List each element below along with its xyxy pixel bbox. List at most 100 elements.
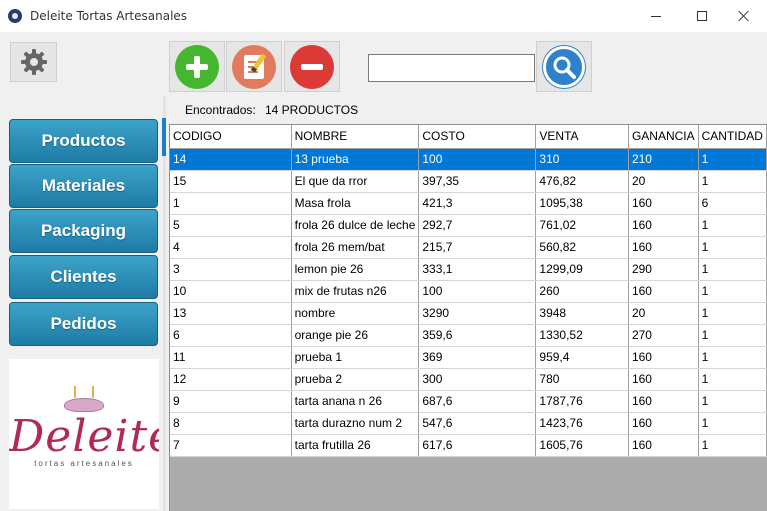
table-cell: 100 (418, 148, 537, 171)
minimize-icon (651, 15, 661, 17)
table-cell: 1095,38 (535, 192, 629, 215)
logo-subtitle: tortas artesanales (34, 459, 134, 468)
table-cell: prueba 2 (291, 368, 420, 391)
table-row[interactable]: 3 lemon pie 26 333,1 1299,09 290 1 (170, 258, 767, 281)
table-cell: 1605,76 (535, 434, 629, 457)
minus-circle-icon (290, 44, 334, 89)
table-row[interactable]: 8 tarta durazno num 2 547,6 1423,76 160 1 (170, 412, 767, 435)
table-cell: 160 (628, 236, 699, 259)
sidebar-item-materiales[interactable]: Materiales (9, 164, 158, 208)
table-cell: 11 (170, 346, 292, 369)
close-button[interactable] (721, 0, 767, 32)
table-cell: 13 prueba (291, 148, 420, 171)
table-cell: 617,6 (418, 434, 537, 457)
settings-button[interactable] (10, 42, 57, 82)
table-row[interactable]: 7 tarta frutilla 26 617,6 1605,76 160 1 (170, 434, 767, 457)
table-cell: 15 (170, 170, 292, 193)
table-cell: prueba 1 (291, 346, 420, 369)
search-button[interactable] (536, 41, 592, 92)
table-cell: 160 (628, 280, 699, 303)
table-cell: lemon pie 26 (291, 258, 420, 281)
app-icon (8, 9, 22, 23)
table-cell: 4 (170, 236, 292, 259)
table-cell: tarta frutilla 26 (291, 434, 420, 457)
table-header-row: CODIGO NOMBRE COSTO VENTA GANANCIA CANTI… (170, 125, 767, 149)
table-row[interactable]: 15 El que da rror 397,35 476,82 20 1 (170, 170, 767, 193)
table-cell: 3 (170, 258, 292, 281)
table-cell: 1 (698, 214, 767, 237)
table-cell: 1 (698, 170, 767, 193)
table-cell: 20 (628, 302, 699, 325)
column-header-codigo[interactable]: CODIGO (170, 125, 292, 149)
column-header-cantidad[interactable]: CANTIDAD (698, 125, 767, 149)
table-cell: 1 (698, 434, 767, 457)
sidebar-item-pedidos[interactable]: Pedidos (9, 302, 158, 346)
brand-logo: Deleite tortas artesanales (9, 359, 159, 509)
table-cell: frola 26 dulce de leche (291, 214, 420, 237)
table-cell: 369 (418, 346, 537, 369)
table-cell: 10 (170, 280, 292, 303)
close-icon (738, 10, 750, 22)
table-cell: 1 (698, 148, 767, 171)
add-button[interactable] (169, 41, 225, 92)
table-cell: 1 (698, 412, 767, 435)
table-cell: 397,35 (418, 170, 537, 193)
search-input[interactable] (368, 54, 535, 82)
table-cell: El que da rror (291, 170, 420, 193)
table-row[interactable]: 13 nombre 3290 3948 20 1 (170, 302, 767, 325)
column-header-nombre[interactable]: NOMBRE (291, 125, 420, 149)
remove-button[interactable] (284, 41, 340, 92)
table-cell: 359,6 (418, 324, 537, 347)
table-cell: 421,3 (418, 192, 537, 215)
table-cell: 100 (418, 280, 537, 303)
table-cell: 160 (628, 390, 699, 413)
table-cell: 3290 (418, 302, 537, 325)
plus-circle-icon (175, 44, 219, 89)
edit-document-icon (232, 44, 276, 89)
table-row[interactable]: 6 orange pie 26 359,6 1330,52 270 1 (170, 324, 767, 347)
table-cell: 20 (628, 170, 699, 193)
table-row[interactable]: 12 prueba 2 300 780 160 1 (170, 368, 767, 391)
table-cell: 1 (170, 192, 292, 215)
table-row[interactable]: 9 tarta anana n 26 687,6 1787,76 160 1 (170, 390, 767, 413)
table-row[interactable]: 5 frola 26 dulce de leche 292,7 761,02 160 1 (170, 214, 767, 237)
table-cell: 560,82 (535, 236, 629, 259)
table-cell: 761,02 (535, 214, 629, 237)
table-cell: 6 (698, 192, 767, 215)
table-cell: 7 (170, 434, 292, 457)
maximize-button[interactable] (679, 0, 725, 32)
sidebar-item-clientes[interactable]: Clientes (9, 255, 158, 299)
products-table[interactable]: CODIGO NOMBRE COSTO VENTA GANANCIA CANTI… (169, 124, 767, 511)
table-cell: 290 (628, 258, 699, 281)
table-cell: 780 (535, 368, 629, 391)
table-cell: 300 (418, 368, 537, 391)
table-row[interactable]: 4 frola 26 mem/bat 215,7 560,82 160 1 (170, 236, 767, 259)
table-cell: 1 (698, 236, 767, 259)
table-cell: 210 (628, 148, 699, 171)
table-row[interactable]: 10 mix de frutas n26 100 260 160 1 (170, 280, 767, 303)
edit-button[interactable] (226, 41, 282, 92)
table-cell: 1 (698, 368, 767, 391)
table-cell: 160 (628, 368, 699, 391)
column-header-costo[interactable]: COSTO (418, 125, 537, 149)
table-cell: 476,82 (535, 170, 629, 193)
main-panel: Encontrados: 14 PRODUCTOS CODIGO NOMBRE … (166, 96, 767, 511)
table-cell: 160 (628, 434, 699, 457)
magnifier-icon (543, 45, 585, 88)
minimize-button[interactable] (633, 0, 679, 32)
sidebar-item-packaging[interactable]: Packaging (9, 209, 158, 253)
sidebar-item-productos[interactable]: Productos (9, 119, 158, 163)
column-header-ganancia[interactable]: GANANCIA (628, 125, 699, 149)
table-cell: 547,6 (418, 412, 537, 435)
toolbar (0, 32, 767, 96)
column-header-venta[interactable]: VENTA (535, 125, 629, 149)
table-row[interactable]: 11 prueba 1 369 959,4 160 1 (170, 346, 767, 369)
table-cell: 687,6 (418, 390, 537, 413)
table-cell: 270 (628, 324, 699, 347)
table-row[interactable]: 14 13 prueba 100 310 210 1 (170, 148, 767, 171)
table-cell: 9 (170, 390, 292, 413)
table-row[interactable]: 1 Masa frola 421,3 1095,38 160 6 (170, 192, 767, 215)
table-cell: 1 (698, 302, 767, 325)
gear-icon (20, 49, 47, 75)
table-cell: 160 (628, 192, 699, 215)
